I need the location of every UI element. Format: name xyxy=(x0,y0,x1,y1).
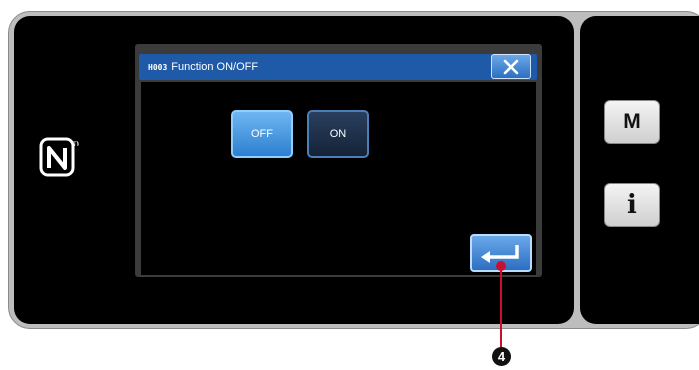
dialog-title-code: H003 xyxy=(148,63,168,72)
info-button[interactable]: i xyxy=(604,183,660,227)
close-x-icon xyxy=(503,59,519,74)
on-button[interactable]: ON xyxy=(307,110,369,158)
nfc-n-mark-icon: TM xyxy=(39,137,79,177)
close-button[interactable] xyxy=(491,54,531,79)
dialog-title: H003 Function ON/OFF xyxy=(148,60,258,75)
callout-number-badge: 4 xyxy=(492,347,511,366)
svg-text:TM: TM xyxy=(73,142,79,148)
callout-dot xyxy=(496,261,506,271)
mode-button[interactable]: M xyxy=(604,100,660,144)
dialog-title-text: Function ON/OFF xyxy=(171,61,259,73)
callout-line xyxy=(500,265,502,347)
side-panel xyxy=(580,16,699,324)
off-button[interactable]: OFF xyxy=(231,110,293,158)
